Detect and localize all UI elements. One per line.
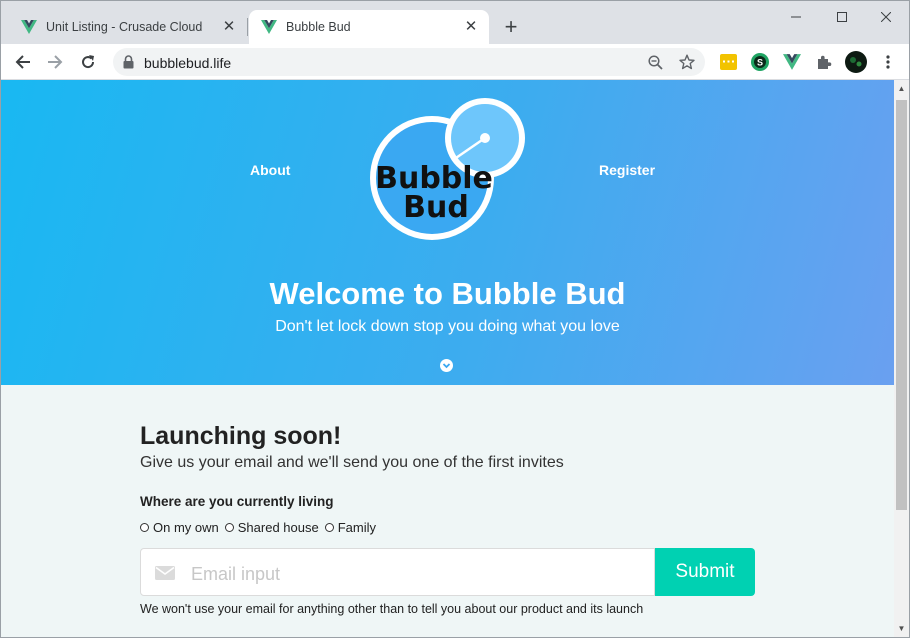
radio-label: On my own: [153, 520, 219, 535]
chevron-down-circle-icon: [440, 359, 453, 372]
privacy-note: We won't use your email for anything oth…: [140, 602, 644, 616]
bubble-bud-logo[interactable]: Bubble Bud: [367, 98, 527, 248]
reload-icon: [82, 55, 95, 69]
browser-toolbar: bubblebud.life S: [1, 44, 909, 80]
radio-circle-icon[interactable]: [224, 523, 234, 532]
tab-divider: [247, 18, 248, 36]
radio-label: Shared house: [237, 520, 319, 535]
envelope-icon: [155, 566, 175, 580]
zoom-out-icon[interactable]: [648, 55, 663, 70]
yellow-extension-icon[interactable]: [719, 53, 737, 71]
back-button[interactable]: [11, 50, 35, 74]
scroll-up-arrow-icon[interactable]: ▲: [897, 85, 906, 93]
email-input[interactable]: [189, 561, 633, 587]
scroll-down-button[interactable]: [440, 359, 453, 372]
maximize-button[interactable]: [819, 5, 865, 29]
back-arrow-icon: [15, 55, 30, 69]
email-form: Submit: [140, 548, 755, 596]
puzzle-extensions-icon[interactable]: [815, 53, 833, 71]
tab-bubble-bud[interactable]: Bubble Bud ✕: [249, 10, 489, 44]
radio-circle-icon[interactable]: [324, 523, 334, 532]
minimize-button[interactable]: [773, 5, 819, 29]
signup-heading: Launching soon!: [140, 422, 342, 450]
hero-heading: Welcome to Bubble Bud: [269, 276, 626, 311]
forward-arrow-icon: [48, 55, 63, 69]
hero-tagline: Don't let lock down stop you doing what …: [275, 318, 620, 335]
more-menu-icon[interactable]: [879, 53, 897, 71]
browser-window: Unit Listing - Crusade Cloud ✕ Bubble Bu…: [0, 0, 910, 638]
close-window-button[interactable]: [863, 5, 909, 29]
tab-title: Bubble Bud: [286, 20, 351, 34]
lock-icon: [123, 55, 134, 69]
new-tab-button[interactable]: +: [499, 16, 523, 40]
bookmark-star-icon[interactable]: [679, 54, 695, 70]
living-question-label: Where are you currently living: [140, 494, 334, 509]
radio-circle-icon[interactable]: [140, 523, 149, 532]
vue-devtools-icon[interactable]: [783, 53, 801, 71]
submit-button[interactable]: Submit: [655, 548, 755, 596]
forward-button[interactable]: [43, 50, 67, 74]
scroll-down-arrow-icon[interactable]: ▼: [897, 625, 906, 633]
svg-text:S: S: [757, 58, 763, 68]
address-bar[interactable]: bubblebud.life: [113, 48, 705, 76]
hero-banner: About Register Bubble Bud Welcome to Bub…: [1, 80, 894, 385]
tab-title: Unit Listing - Crusade Cloud: [46, 20, 203, 34]
radio-on-my-own[interactable]: On my own: [140, 520, 219, 535]
signup-section: Launching soon! Give us your email and w…: [140, 422, 760, 616]
page-viewport: About Register Bubble Bud Welcome to Bub…: [1, 80, 894, 637]
vue-logo-icon: [261, 19, 277, 35]
tab-unit-listing[interactable]: Unit Listing - Crusade Cloud ✕: [9, 10, 247, 44]
page-scrollbar[interactable]: ▲ ▼: [894, 80, 909, 637]
radio-label: Family: [337, 520, 376, 535]
close-tab-icon[interactable]: ✕: [463, 19, 479, 35]
scrollbar-thumb[interactable]: [896, 100, 907, 510]
close-tab-icon[interactable]: ✕: [221, 19, 237, 35]
tab-strip: Unit Listing - Crusade Cloud ✕ Bubble Bu…: [1, 1, 909, 44]
vue-logo-icon: [21, 19, 37, 35]
signup-subheading: Give us your email and we'll send you on…: [140, 454, 564, 471]
reload-button[interactable]: [76, 50, 100, 74]
url-text: bubblebud.life: [144, 55, 232, 71]
nav-register-link[interactable]: Register: [599, 162, 655, 178]
living-radio-group: On my own Shared house Family: [140, 520, 760, 535]
nav-about-link[interactable]: About: [250, 162, 290, 178]
radio-family[interactable]: Family: [324, 520, 376, 535]
profile-avatar-icon[interactable]: [845, 51, 867, 73]
logo-text-bud: Bud: [403, 190, 469, 225]
green-s-extension-icon[interactable]: S: [751, 53, 769, 71]
email-field-wrapper[interactable]: [140, 548, 655, 596]
radio-shared-house[interactable]: Shared house: [224, 520, 319, 535]
